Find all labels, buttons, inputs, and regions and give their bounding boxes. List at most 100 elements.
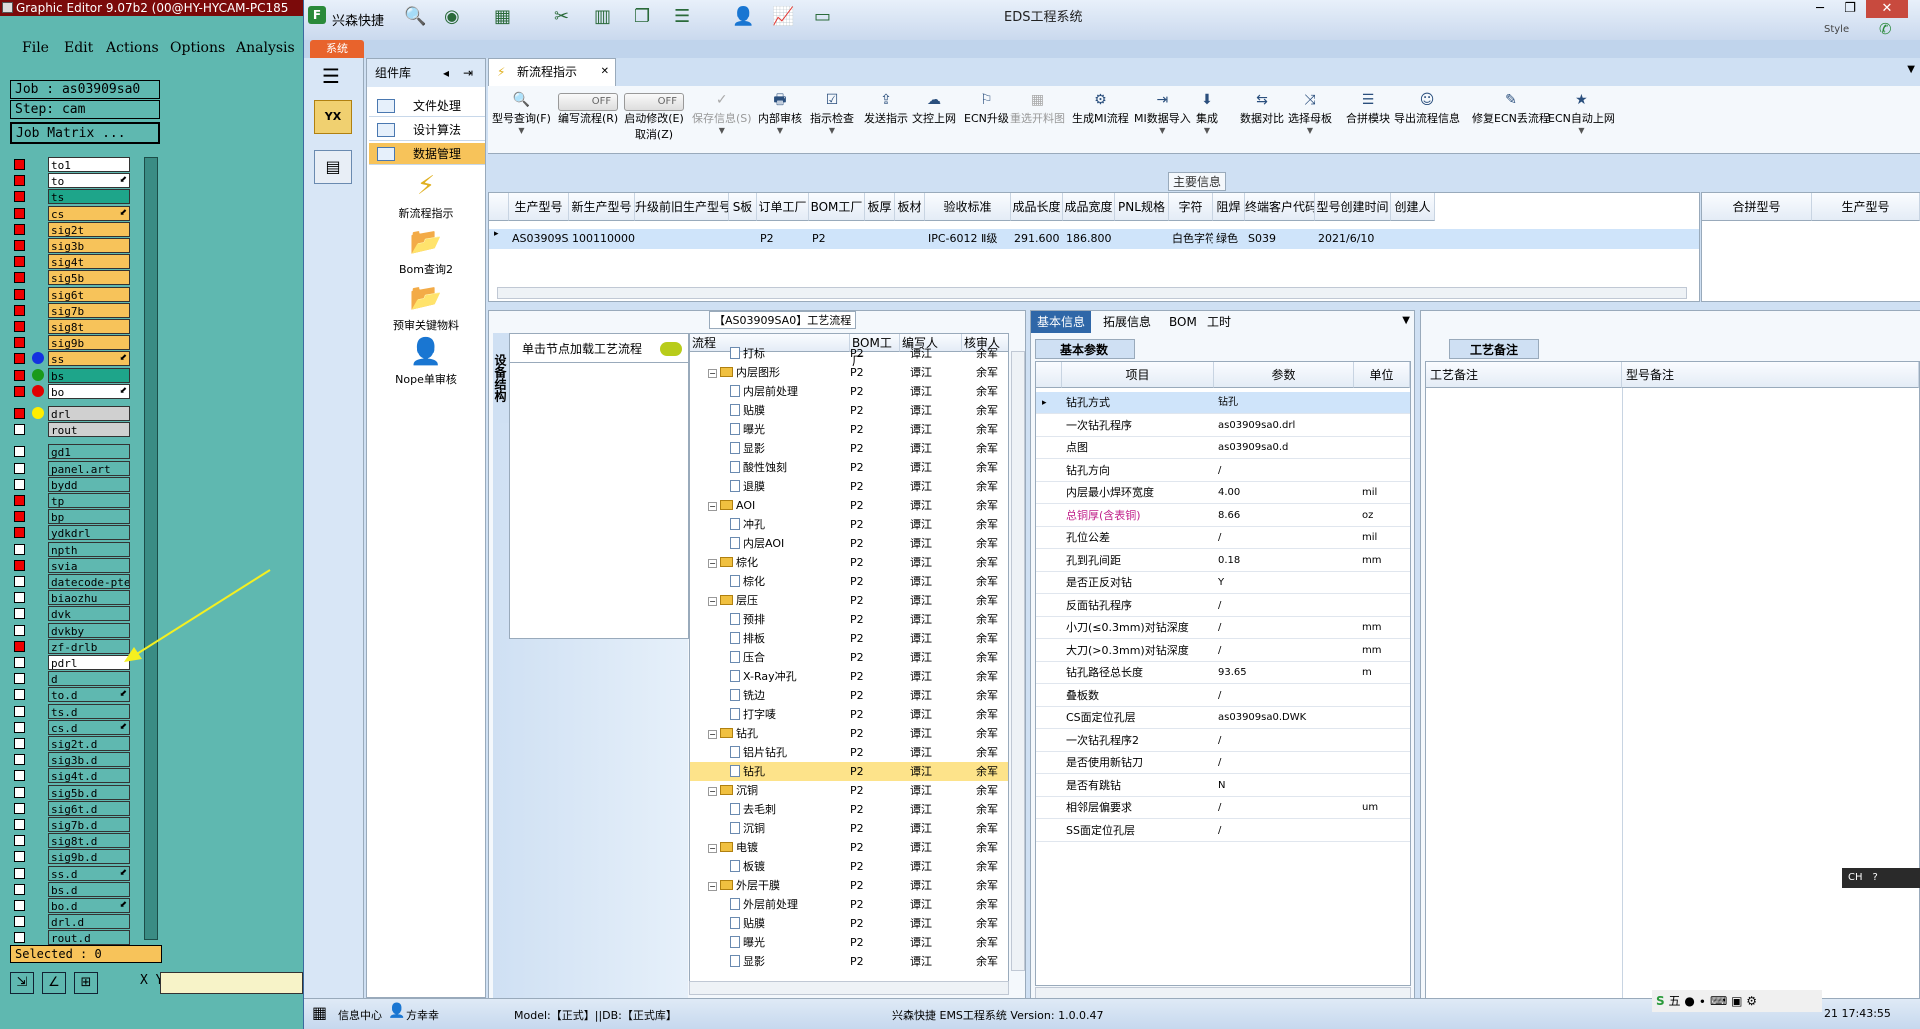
toolbar-button[interactable]: ☰ 合拼模块 — [1346, 90, 1390, 150]
tree-node[interactable]: 外层前处理P2谭江余军已上网 — [690, 895, 1008, 914]
lib-item-file[interactable]: 文件处理 — [369, 95, 485, 117]
layer-checkbox[interactable] — [14, 408, 25, 419]
layer-checkbox[interactable] — [14, 272, 25, 284]
layer-row[interactable]: to ⬋ — [10, 173, 135, 189]
param-row[interactable]: 大刀(>0.3mm)对钻深度 / mm — [1036, 640, 1410, 662]
layer-row[interactable]: sig2t.d — [10, 736, 135, 751]
xy-input[interactable] — [160, 972, 303, 994]
toolbar-button[interactable]: ☑ 指示检查 ▼ — [810, 90, 854, 150]
node-vertical-tab[interactable]: 设备结构 — [493, 333, 509, 423]
param-row[interactable]: 小刀(≤0.3mm)对钻深度 / mm — [1036, 617, 1410, 639]
layer-checkbox[interactable] — [14, 576, 25, 587]
tree-node[interactable]: 沉铜P2谭江余军已上网 — [690, 819, 1008, 838]
tree-node[interactable]: 内层AOIP2谭江余军已上网 — [690, 534, 1008, 553]
dropdown-icon[interactable]: ▼ — [1548, 126, 1615, 135]
main-col-header[interactable]: 订单工厂 — [757, 193, 809, 221]
menu-file[interactable]: File — [22, 40, 49, 56]
expand-toggle-icon[interactable]: − — [708, 369, 717, 378]
layer-row[interactable]: d — [10, 671, 135, 687]
layer-row[interactable]: sig3b.d — [10, 752, 135, 768]
table-icon[interactable]: ▦ — [494, 6, 511, 27]
minimize-icon[interactable]: ─ — [1806, 0, 1834, 18]
lib-item-algo[interactable]: 设计算法 — [369, 119, 485, 141]
dropdown-icon[interactable]: ▼ — [1134, 126, 1191, 135]
param-value[interactable]: as03909sa0.d — [1218, 437, 1354, 459]
toolbar-button[interactable]: ★ ECN自动上网 ▼ — [1548, 90, 1615, 150]
toolbar-button[interactable]: ☺ 导出流程信息 — [1394, 90, 1460, 150]
param-value[interactable]: / — [1218, 460, 1354, 482]
menu-edit[interactable]: Edit — [64, 40, 93, 56]
layer-row[interactable]: sig7b.d — [10, 817, 135, 832]
param-row[interactable]: 孔位公差 / mil — [1036, 527, 1410, 549]
layer-row[interactable]: sig6t — [10, 286, 135, 302]
job-matrix-button[interactable]: Job Matrix ... — [10, 122, 160, 144]
menu-analysis[interactable]: Analysis — [236, 40, 295, 56]
tree-node[interactable]: −内层图形P2谭江余军已上网 — [690, 363, 1008, 382]
param-row[interactable]: 是否使用新钻刀 / — [1036, 752, 1410, 774]
tree-node[interactable]: 压合P2谭江余军已上网 — [690, 648, 1008, 667]
main-col-header[interactable]: 板材 — [895, 193, 925, 221]
columns-icon[interactable]: ▥ — [594, 6, 611, 27]
layer-row[interactable]: sig4t.d — [10, 768, 135, 784]
layer-row[interactable]: to1 — [10, 157, 135, 172]
menu-options[interactable]: Options — [170, 40, 225, 56]
layer-row[interactable]: ydkdrl — [10, 525, 135, 541]
layer-row[interactable]: sig7b — [10, 302, 135, 318]
toolbar-button[interactable]: ▦ 重选开料图 — [1010, 90, 1065, 150]
pin-icon[interactable]: ⇥ — [463, 59, 473, 87]
lib-nope-review[interactable]: 👤 Nope单审核 — [367, 337, 485, 387]
param-value[interactable]: as03909sa0.drl — [1218, 415, 1354, 437]
tab-new-flow[interactable]: ⚡ 新流程指示 ✕ — [488, 58, 616, 86]
layer-row[interactable]: biaozhu — [10, 590, 135, 606]
layer-row[interactable]: datecode-pte — [10, 574, 135, 589]
layer-checkbox[interactable] — [14, 738, 25, 749]
tree-node[interactable]: 贴膜P2谭江余军已上网 — [690, 401, 1008, 420]
param-value[interactable]: / — [1218, 617, 1354, 639]
list-icon[interactable]: ☰ — [674, 6, 690, 27]
tree-node[interactable]: 铣边P2谭江余军已上网 — [690, 686, 1008, 705]
param-row[interactable]: 钻孔方向 / — [1036, 460, 1410, 482]
param-row[interactable]: 孔到孔间距 0.18 mm — [1036, 550, 1410, 572]
module-yx-icon[interactable]: YX — [314, 100, 352, 134]
select-tool-icon[interactable]: ⇲ — [10, 972, 34, 994]
expand-toggle-icon[interactable]: − — [708, 844, 717, 853]
globe-icon[interactable]: ◉ — [444, 6, 460, 27]
layer-row[interactable]: bs.d — [10, 881, 135, 897]
param-row[interactable]: 相邻层偏要求 / um — [1036, 797, 1410, 819]
dropdown-icon[interactable]: ▼ — [492, 126, 551, 135]
layer-row[interactable]: sig8t — [10, 319, 135, 334]
module-calc-icon[interactable]: ▤ — [314, 150, 352, 184]
tree-hscroll[interactable] — [689, 981, 1009, 995]
toolbar-button[interactable]: ⇆ 数据对比 — [1240, 90, 1284, 150]
param-value[interactable]: 钻孔 — [1218, 392, 1354, 414]
expand-toggle-icon[interactable]: − — [708, 597, 717, 606]
param-value[interactable]: / — [1218, 797, 1354, 819]
style-menu[interactable]: Style — [1824, 24, 1849, 35]
toolbar-button[interactable]: ✓ 保存信息(S) ▼ — [692, 90, 752, 150]
main-grid-hscroll[interactable] — [497, 287, 1687, 299]
layer-checkbox[interactable] — [14, 657, 25, 668]
layer-checkbox[interactable] — [14, 288, 25, 300]
layer-row[interactable]: sig6t.d — [10, 800, 135, 816]
tree-node[interactable]: 去毛刺P2谭江余军已上网 — [690, 800, 1008, 819]
layer-checkbox[interactable] — [14, 191, 25, 203]
side-col-header[interactable]: 生产型号 — [1812, 193, 1920, 221]
layer-row[interactable]: tp — [10, 493, 135, 508]
layer-checkbox[interactable] — [14, 304, 25, 316]
param-row[interactable]: CS面定位孔层 as03909sa0.DWK — [1036, 707, 1410, 729]
lib-bom-query[interactable]: 📂 Bom查询2 — [367, 227, 485, 277]
main-col-header[interactable]: 阻焊 — [1213, 193, 1245, 221]
layer-checkbox[interactable] — [14, 608, 25, 620]
layer-checkbox[interactable] — [14, 321, 25, 332]
param-value[interactable]: Y — [1218, 572, 1354, 594]
param-row[interactable]: 反面钻孔程序 / — [1036, 595, 1410, 617]
tree-node[interactable]: 板镀P2谭江余军已上网 — [690, 857, 1008, 876]
layer-checkbox[interactable] — [14, 207, 25, 219]
layer-checkbox[interactable] — [14, 819, 25, 830]
layer-row[interactable]: ss ⬋ — [10, 351, 135, 367]
layer-checkbox[interactable] — [14, 385, 25, 397]
toolbar-button[interactable]: ✎ 修复ECN丢流程 — [1472, 90, 1550, 150]
layer-checkbox[interactable] — [14, 786, 25, 798]
toolbar-button[interactable]: ☁ 文控上网 — [912, 90, 956, 150]
tree-node[interactable]: X-Ray冲孔P2谭江余军已上网 — [690, 667, 1008, 686]
